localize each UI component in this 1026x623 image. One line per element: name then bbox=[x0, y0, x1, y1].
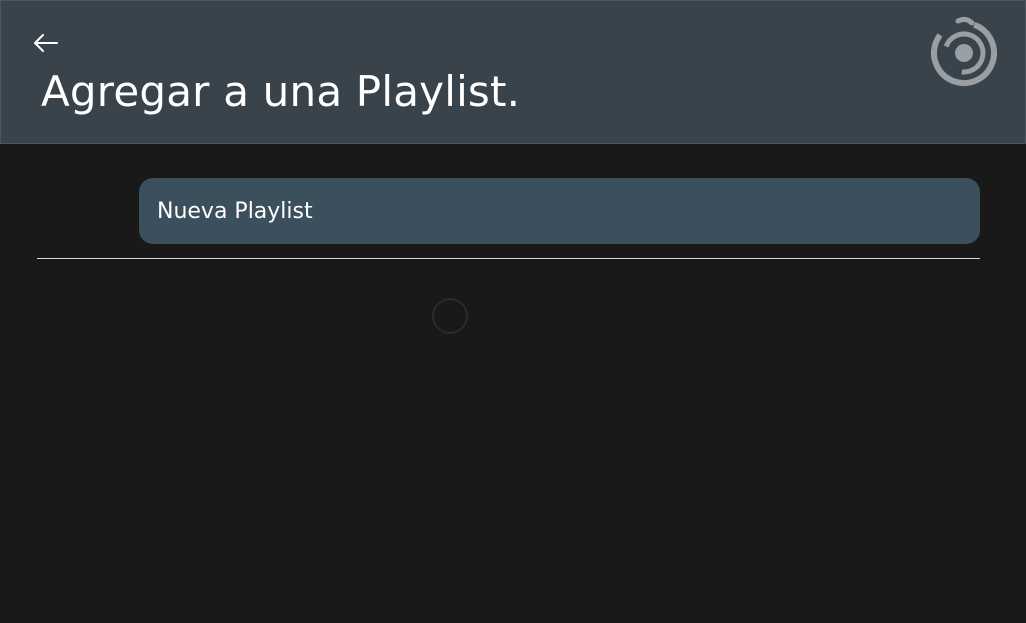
divider bbox=[37, 258, 980, 259]
loading-spinner-icon bbox=[432, 298, 468, 334]
add-to-playlist-screen: Agregar a una Playlist. Nueva Playlist bbox=[0, 0, 1026, 623]
new-playlist-button[interactable]: Nueva Playlist bbox=[139, 178, 980, 244]
header-bar: Agregar a una Playlist. bbox=[0, 0, 1026, 144]
app-logo-icon bbox=[931, 16, 997, 86]
back-button[interactable] bbox=[31, 29, 61, 57]
arrow-left-icon bbox=[34, 34, 58, 52]
new-playlist-label: Nueva Playlist bbox=[157, 198, 313, 224]
page-title: Agregar a una Playlist. bbox=[41, 67, 521, 116]
